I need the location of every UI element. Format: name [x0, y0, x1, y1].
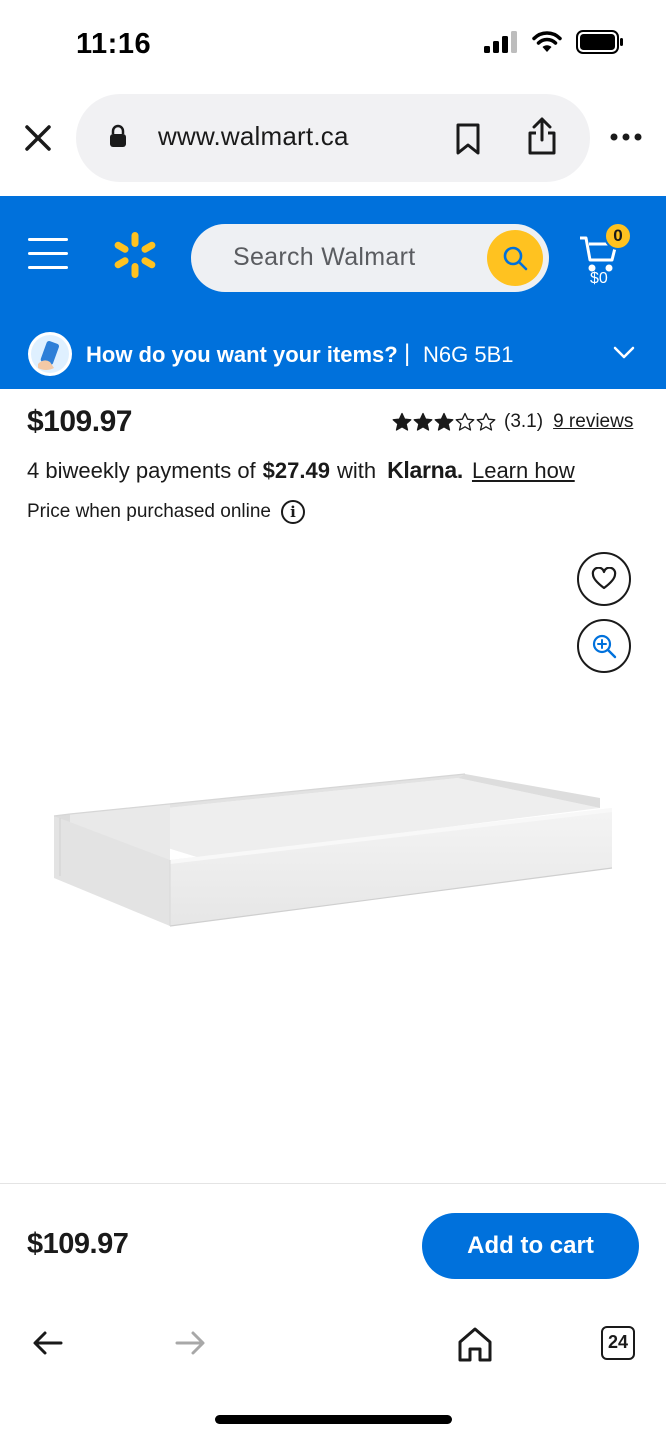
sticky-price: $109.97 — [27, 1228, 129, 1260]
star-empty-icon — [476, 412, 496, 431]
info-icon[interactable]: i — [281, 500, 305, 524]
klarna-payment-line: 4 biweekly payments of $27.49 with Klarn… — [27, 457, 575, 484]
cart-total: $0 — [590, 270, 608, 287]
payment-amount: $27.49 — [262, 458, 330, 483]
walmart-spark-logo[interactable] — [110, 230, 160, 280]
walmart-header: Search Walmart 0 $0 How do you want your… — [0, 196, 666, 389]
star-empty-icon — [455, 412, 475, 431]
menu-bar — [28, 238, 68, 241]
more-icon[interactable] — [610, 132, 642, 142]
zoom-in-icon — [592, 634, 617, 659]
heart-icon — [591, 567, 617, 590]
search-input[interactable]: Search Walmart — [191, 224, 549, 292]
reviews-link[interactable]: 9 reviews — [553, 411, 633, 433]
add-to-cart-button[interactable]: Add to cart — [422, 1213, 639, 1279]
product-image[interactable] — [40, 760, 630, 940]
lock-icon — [110, 124, 126, 147]
close-icon — [25, 125, 51, 151]
favorite-button[interactable] — [577, 552, 631, 606]
online-price-note: Price when purchased online i — [27, 500, 305, 524]
delivery-avatar — [28, 332, 72, 376]
share-icon[interactable] — [526, 116, 558, 156]
menu-bar — [28, 252, 68, 255]
cart-button[interactable]: 0 $0 — [578, 222, 638, 294]
close-tab-button[interactable] — [20, 120, 56, 156]
delivery-selector[interactable]: How do you want your items? | N6G 5B1 — [0, 326, 666, 389]
delivery-question: How do you want your items? — [86, 342, 398, 367]
forward-arrow-icon[interactable] — [174, 1329, 206, 1357]
status-time: 11:16 — [76, 28, 152, 60]
star-filled-icon — [434, 412, 454, 431]
cart-count-badge: 0 — [604, 222, 632, 250]
search-button[interactable] — [487, 230, 543, 286]
status-bar: 11:16 — [0, 0, 666, 92]
product-rating[interactable]: (3.1) 9 reviews — [392, 411, 633, 433]
search-icon — [503, 246, 528, 271]
status-icons — [484, 30, 624, 54]
payment-prefix: 4 biweekly payments of — [27, 458, 256, 483]
home-indicator — [215, 1415, 452, 1424]
delivery-separator: | — [404, 340, 411, 367]
rating-stars — [392, 412, 496, 432]
chevron-down-icon — [613, 346, 635, 359]
home-icon[interactable] — [456, 1325, 494, 1363]
payment-with: with — [336, 458, 377, 483]
search-placeholder: Search Walmart — [233, 243, 416, 271]
star-filled-icon — [413, 412, 433, 431]
learn-how-link[interactable]: Learn how — [472, 458, 575, 484]
signal-icon — [484, 31, 517, 53]
rating-value: (3.1) — [504, 411, 544, 432]
sticky-cart-bar: $109.97 Add to cart — [0, 1183, 666, 1303]
phone-hand-icon — [31, 335, 69, 373]
product-price: $109.97 — [27, 405, 132, 438]
address-bar[interactable]: www.walmart.ca — [76, 94, 590, 182]
bookmark-icon[interactable] — [454, 122, 482, 156]
browser-bottom-nav: 24 — [0, 1303, 666, 1440]
back-arrow-icon[interactable] — [32, 1329, 64, 1357]
online-price-text: Price when purchased online — [27, 501, 271, 522]
battery-icon — [576, 30, 623, 54]
url-text: www.walmart.ca — [158, 121, 349, 151]
wifi-icon — [532, 31, 562, 52]
menu-button[interactable] — [28, 238, 68, 274]
menu-bar — [28, 266, 68, 269]
browser-bar: www.walmart.ca — [0, 92, 666, 196]
zoom-button[interactable] — [577, 619, 631, 673]
star-filled-icon — [392, 412, 412, 431]
klarna-logo: Klarna. — [387, 457, 463, 483]
postal-code: N6G 5B1 — [423, 342, 514, 367]
tabs-button[interactable]: 24 — [601, 1326, 635, 1360]
